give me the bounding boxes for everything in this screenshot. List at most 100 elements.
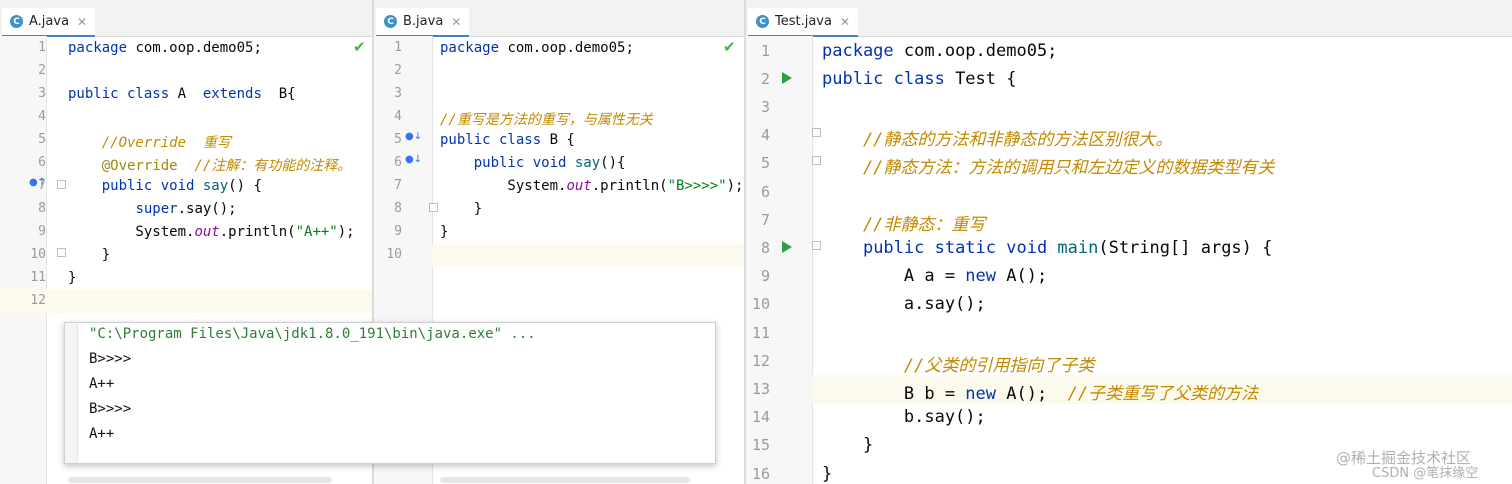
console-line: A++ xyxy=(89,376,115,392)
tab-b-java[interactable]: C B.java ✕ xyxy=(376,8,470,37)
run-icon[interactable] xyxy=(782,72,792,84)
run-icon[interactable] xyxy=(782,241,792,253)
line-number: 5 xyxy=(38,132,46,147)
code-line: B b = new A(); //子类重写了父类的方法 xyxy=(822,384,1259,404)
override-marker-icon[interactable]: ●↑ xyxy=(29,177,46,188)
tab-a-java[interactable]: C A.java ✕ xyxy=(2,8,96,37)
line-number: 7 xyxy=(394,178,402,193)
line-number: 2 xyxy=(394,63,402,78)
tab-bar-test: C Test.java ✕ xyxy=(746,0,1512,37)
code-line: //重写是方法的重写，与属性无关 xyxy=(440,111,653,128)
java-class-icon: C xyxy=(756,15,769,28)
code-line: //父类的引用指向了子类 xyxy=(822,355,1095,376)
console-line: "C:\Program Files\Java\jdk1.8.0_191\bin\… xyxy=(89,326,536,342)
tab-label: A.java xyxy=(29,14,70,29)
console-line: B>>>> xyxy=(89,351,132,367)
code-line: } xyxy=(822,435,874,456)
line-number: 12 xyxy=(751,351,770,370)
fold-icon[interactable] xyxy=(812,241,821,250)
console-line: B>>>> xyxy=(89,401,132,417)
java-class-icon: C xyxy=(384,15,397,28)
code-line: b.say(); xyxy=(822,407,986,428)
editor-pane-test: C Test.java ✕ 1 package com.oop.demo05; 2 p… xyxy=(746,0,1512,484)
code-line: public class B { xyxy=(440,131,575,148)
line-number: 15 xyxy=(751,436,770,455)
code-line: @Override //注解：有功能的注释。 xyxy=(68,157,352,174)
code-line: } xyxy=(822,463,833,484)
code-line: } xyxy=(440,200,483,217)
line-number: 5 xyxy=(394,132,402,147)
console-line: A++ xyxy=(89,426,115,442)
fold-icon[interactable] xyxy=(812,128,821,137)
line-number: 9 xyxy=(394,224,402,239)
line-number: 4 xyxy=(394,109,402,124)
fold-icon[interactable] xyxy=(812,156,821,165)
line-number: 5 xyxy=(760,154,770,173)
tab-bar-a: C A.java ✕ xyxy=(0,0,372,37)
line-number: 12 xyxy=(30,293,46,308)
fold-icon[interactable] xyxy=(57,248,66,257)
line-number: 3 xyxy=(760,98,770,116)
line-number: 3 xyxy=(38,86,46,101)
code-line: System.out.println("A++"); xyxy=(68,223,355,240)
line-number: 3 xyxy=(394,86,402,101)
code-line: //静态方法：方法的调用只和左边定义的数据类型有关 xyxy=(822,158,1275,179)
java-class-icon: C xyxy=(10,15,23,28)
line-number: 16 xyxy=(751,464,770,483)
line-number: 4 xyxy=(760,126,770,145)
overridden-marker-icon[interactable]: ●↓ xyxy=(405,131,422,142)
horizontal-scrollbar[interactable] xyxy=(68,477,332,483)
code-line: public static void main(String[] args) { xyxy=(862,238,1273,258)
code-line: } xyxy=(68,246,111,263)
check-icon: ✔ xyxy=(353,38,366,56)
line-number: 6 xyxy=(38,155,46,170)
tab-bar-b: C B.java ✕ xyxy=(374,0,744,37)
code-line: public class A extends B{ xyxy=(68,85,296,102)
close-icon[interactable]: ✕ xyxy=(77,15,87,29)
code-line: A a = new A(); xyxy=(822,266,1048,287)
tab-label: Test.java xyxy=(775,14,832,29)
line-number: 8 xyxy=(760,239,770,257)
check-icon: ✔ xyxy=(723,38,736,56)
line-number: 9 xyxy=(760,267,770,286)
code-line: super.say(); xyxy=(135,200,237,217)
line-number: 1 xyxy=(394,40,402,55)
horizontal-scrollbar[interactable] xyxy=(440,477,690,483)
line-number: 10 xyxy=(386,247,402,262)
code-line: } xyxy=(440,223,449,240)
fold-icon[interactable] xyxy=(429,203,438,212)
code-line: //Override 重写 xyxy=(68,134,231,151)
line-number: 2 xyxy=(38,63,46,78)
line-number: 9 xyxy=(38,224,46,239)
fold-icon[interactable] xyxy=(57,180,66,189)
code-line: package com.oop.demo05; xyxy=(822,40,1058,61)
line-number: 11 xyxy=(30,270,46,285)
line-number: 10 xyxy=(30,247,46,262)
run-console-output[interactable]: "C:\Program Files\Java\jdk1.8.0_191\bin\… xyxy=(64,322,716,464)
code-line: public class Test { xyxy=(822,68,1017,89)
line-number: 2 xyxy=(760,69,770,88)
line-number: 6 xyxy=(394,155,402,170)
line-number: 10 xyxy=(751,295,770,314)
close-icon[interactable]: ✕ xyxy=(451,15,461,29)
code-line: System.out.println("B>>>>"); xyxy=(440,177,744,194)
line-number: 8 xyxy=(394,201,402,216)
line-number: 4 xyxy=(38,109,46,124)
code-line: //非静态：重写 xyxy=(822,214,986,235)
current-line-highlight xyxy=(432,244,744,267)
current-line-highlight xyxy=(0,290,372,313)
line-number: 14 xyxy=(751,408,770,427)
tab-test-java[interactable]: C Test.java ✕ xyxy=(748,8,859,37)
line-number: 6 xyxy=(760,182,770,201)
close-icon[interactable]: ✕ xyxy=(840,15,850,29)
line-number: 8 xyxy=(38,201,46,216)
line-number: 13 xyxy=(751,380,770,398)
line-number: 1 xyxy=(38,40,46,55)
overridden-marker-icon[interactable]: ●↓ xyxy=(405,154,422,165)
line-number: 1 xyxy=(760,41,770,60)
code-line: } xyxy=(68,269,77,286)
code-line: a.say(); xyxy=(822,294,986,315)
code-line: public void say() { xyxy=(101,177,262,194)
code-line: //静态的方法和非静态的方法区别很大。 xyxy=(822,130,1173,151)
line-number: 11 xyxy=(751,323,770,342)
